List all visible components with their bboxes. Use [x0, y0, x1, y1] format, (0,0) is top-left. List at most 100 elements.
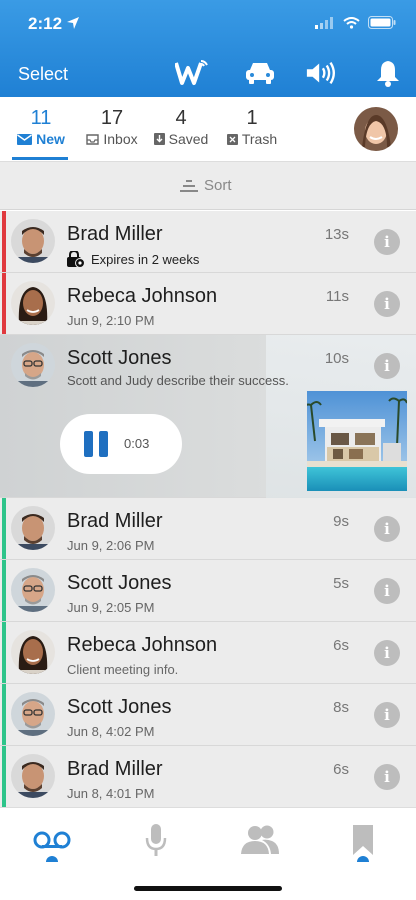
info-icon[interactable]: i	[374, 640, 400, 666]
unread-indicator	[2, 273, 6, 334]
pause-button[interactable]	[84, 431, 110, 457]
envelope-icon	[17, 133, 33, 145]
message-subtitle: Expires in 2 weeks	[67, 251, 199, 267]
message-row[interactable]: Brad Miller Jun 8, 4:01 PM 6s i	[0, 746, 416, 807]
sort-label: Sort	[204, 177, 232, 194]
message-list: Brad Miller Expires in 2 weeks 13s i Reb…	[0, 211, 416, 807]
sender-name: Brad Miller	[67, 510, 163, 532]
tab-new-label: New	[36, 131, 65, 147]
message-timestamp: Jun 9, 2:06 PM	[67, 538, 155, 553]
sender-name: Scott Jones	[67, 696, 172, 718]
select-button[interactable]: Select	[18, 64, 68, 85]
new-indicator	[2, 746, 6, 807]
new-indicator	[2, 684, 6, 745]
sender-name: Scott Jones	[67, 347, 172, 369]
sender-name: Scott Jones	[67, 572, 172, 594]
sender-name: Rebeca Johnson	[67, 285, 218, 307]
message-transcript: Scott and Judy describe their success.	[67, 373, 289, 388]
message-row[interactable]: Brad Miller Expires in 2 weeks 13s i	[0, 211, 416, 273]
message-duration: 6s	[333, 761, 349, 778]
message-timestamp: Jun 8, 4:01 PM	[67, 786, 155, 801]
bottom-nav	[0, 807, 416, 900]
avatar	[11, 630, 55, 674]
location-arrow-icon	[67, 17, 79, 29]
sender-name: Brad Miller	[67, 223, 163, 245]
sender-name: Brad Miller	[67, 758, 163, 780]
info-icon[interactable]: i	[374, 578, 400, 604]
message-transcript: Client meeting info.	[67, 662, 179, 677]
bookmark-badge	[357, 856, 369, 862]
sort-icon	[180, 179, 198, 192]
message-timestamp: Jun 9, 2:10 PM	[67, 313, 155, 328]
sort-bar: Sort	[0, 162, 416, 210]
message-duration: 8s	[333, 699, 349, 716]
tab-trash-label: Trash	[241, 131, 278, 147]
info-icon[interactable]: i	[374, 516, 400, 542]
active-nav-indicator	[46, 856, 58, 862]
new-indicator	[2, 560, 6, 621]
home-indicator	[134, 886, 282, 891]
save-icon	[153, 133, 165, 145]
tab-inbox-label: Inbox	[103, 131, 138, 147]
expiry-text: Expires in 2 weeks	[91, 251, 200, 267]
message-row[interactable]: Brad Miller Jun 9, 2:06 PM 9s i	[0, 498, 416, 560]
sender-name: Rebeca Johnson	[67, 634, 218, 656]
microphone-icon[interactable]	[136, 820, 176, 860]
expiring-lock-icon	[67, 251, 85, 267]
tab-trash[interactable]: 1 Trash	[224, 107, 280, 147]
tab-new[interactable]: 11 New	[14, 107, 68, 147]
car-icon[interactable]	[243, 56, 277, 90]
tab-saved[interactable]: 4 Saved	[152, 107, 210, 147]
avatar	[11, 692, 55, 736]
wifi-icon	[343, 16, 360, 29]
message-timestamp: Jun 9, 2:05 PM	[67, 600, 155, 615]
app-header: 2:12 Select	[0, 0, 416, 97]
info-icon[interactable]: i	[374, 291, 400, 317]
status-bar: 2:12	[0, 0, 416, 46]
tab-saved-label: Saved	[168, 131, 209, 147]
toolbar: Select	[0, 50, 416, 96]
message-duration: 13s	[324, 226, 349, 243]
info-icon[interactable]: i	[374, 702, 400, 728]
message-duration: 11s	[325, 288, 349, 305]
message-timestamp: Jun 8, 4:02 PM	[67, 724, 155, 739]
avatar	[11, 568, 55, 612]
avatar	[11, 506, 55, 550]
message-duration: 5s	[333, 575, 349, 592]
message-row[interactable]: Scott Jones Jun 9, 2:05 PM 5s i	[0, 560, 416, 622]
info-icon[interactable]: i	[374, 229, 400, 255]
tab-trash-count: 1	[246, 107, 258, 129]
mailbox-tabs: 11 New 17 Inbox 4 Saved 1 Trash	[0, 97, 416, 162]
video-thumbnail[interactable]	[307, 391, 407, 491]
info-icon[interactable]: i	[374, 353, 400, 379]
new-indicator	[2, 622, 6, 683]
tab-new-count: 11	[30, 107, 52, 129]
tab-saved-count: 4	[175, 107, 187, 129]
message-row[interactable]: Rebeca Johnson Jun 9, 2:10 PM 11s i	[0, 273, 416, 335]
trash-icon	[226, 134, 238, 145]
tab-inbox[interactable]: 17 Inbox	[84, 107, 140, 147]
inbox-icon	[86, 133, 100, 145]
voicemail-icon[interactable]	[32, 820, 72, 860]
bell-icon[interactable]	[371, 56, 405, 90]
contacts-icon[interactable]	[240, 820, 280, 860]
sort-button[interactable]: Sort	[180, 177, 232, 194]
message-row-expanded[interactable]: Scott Jones Scott and Judy describe thei…	[0, 335, 416, 498]
avatar	[11, 281, 55, 325]
battery-icon	[368, 16, 396, 29]
status-time: 2:12	[28, 14, 63, 33]
info-icon[interactable]: i	[374, 764, 400, 790]
message-row[interactable]: Scott Jones Jun 8, 4:02 PM 8s i	[0, 684, 416, 746]
unread-indicator	[2, 211, 6, 272]
active-tab-indicator	[12, 157, 68, 160]
signal-icon	[315, 16, 333, 29]
message-row[interactable]: Rebeca Johnson Client meeting info. 6s i	[0, 622, 416, 684]
message-duration: 6s	[333, 637, 349, 654]
playback-time: 0:03	[124, 436, 150, 451]
bookmark-icon[interactable]	[343, 820, 383, 860]
message-duration: 9s	[333, 513, 349, 530]
w-logo-icon[interactable]	[175, 56, 209, 90]
profile-avatar[interactable]	[354, 107, 398, 151]
speaker-icon[interactable]	[305, 56, 339, 90]
new-indicator	[2, 498, 6, 559]
